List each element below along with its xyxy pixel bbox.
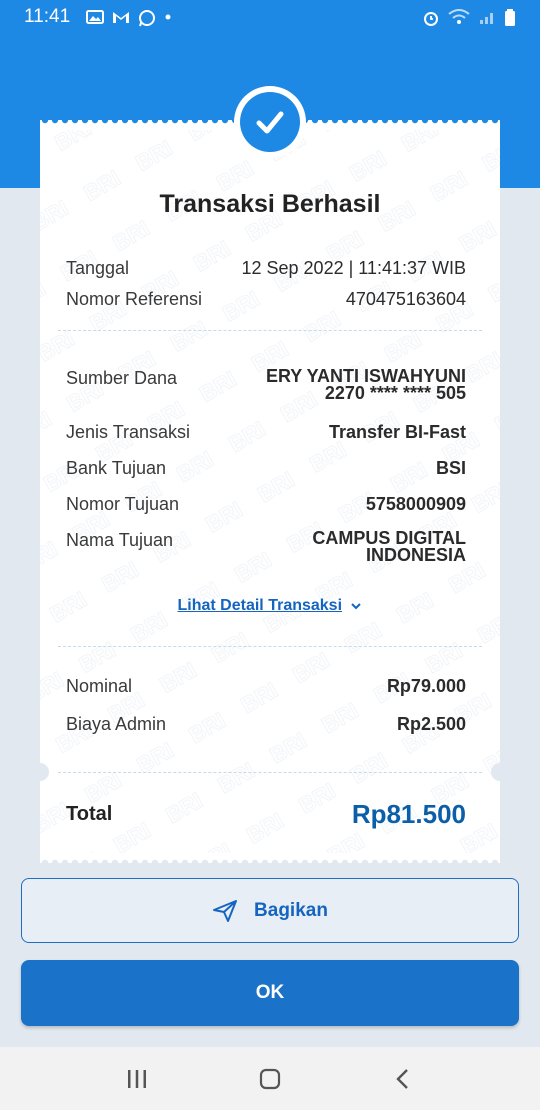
back-icon (396, 1068, 409, 1089)
date-label: Tanggal (66, 258, 130, 278)
nominal-row: Nominal Rp79.000 (66, 676, 466, 697)
source-value: ERY YANTI ISWAHYUNI 2270 **** **** 505 (266, 367, 466, 403)
transaction-type-label: Jenis Transaksi (66, 422, 191, 442)
destination-name-value: CAMPUS DIGITAL INDONESIA (312, 529, 466, 565)
system-nav-bar (0, 1047, 540, 1110)
share-button-label: Bagikan (254, 899, 328, 921)
ok-button-label: OK (255, 982, 285, 1003)
recent-apps-icon (127, 1069, 146, 1088)
destination-name-row: Nama Tujuan CAMPUS DIGITAL INDONESIA (66, 529, 466, 565)
destination-number-label: Nomor Tujuan (66, 494, 180, 514)
success-badge (234, 86, 306, 158)
back-button[interactable] (383, 1059, 423, 1099)
chevron-down-icon[interactable] (350, 601, 362, 611)
bri-watermark: BRI (40, 124, 500, 860)
nominal-value: Rp79.000 (386, 676, 466, 696)
source-account: 2270 **** **** 505 (324, 383, 466, 403)
wifi-icon (448, 9, 470, 25)
whatsapp-icon (138, 9, 156, 27)
nominal-label: Nominal (66, 676, 133, 696)
reference-value: 470475163604 (345, 289, 466, 309)
send-icon (213, 899, 238, 922)
destination-bank-value: BSI (435, 458, 466, 478)
admin-fee-label: Biaya Admin (66, 714, 167, 734)
home-button[interactable] (250, 1059, 290, 1099)
gmail-icon (112, 9, 130, 25)
share-button[interactable]: Bagikan (21, 878, 519, 943)
divider (58, 772, 482, 773)
destination-bank-row: Bank Tujuan BSI (66, 458, 466, 479)
receipt-bottom-edge (40, 853, 500, 863)
status-time: 11:41 (24, 6, 71, 27)
date-value: 12 Sep 2022 | 11:41:37 WIB (241, 258, 467, 278)
home-icon (259, 1068, 281, 1089)
signal-icon (478, 9, 496, 25)
total-label: Total (66, 803, 113, 825)
reference-label: Nomor Referensi (66, 289, 203, 309)
date-row: Tanggal 12 Sep 2022 | 11:41:37 WIB (66, 258, 466, 279)
alarm-icon (422, 9, 440, 26)
status-bar: 11:41 (0, 0, 540, 34)
recent-apps-button[interactable] (117, 1059, 157, 1099)
destination-name-line2: INDONESIA (365, 545, 466, 565)
dot-icon (164, 9, 172, 25)
receipt-notch-right (491, 763, 509, 781)
divider (58, 330, 482, 331)
gallery-icon (86, 9, 105, 25)
checkmark-icon (256, 111, 284, 134)
reference-row: Nomor Referensi 470475163604 (66, 289, 466, 310)
receipt-notch-left (31, 763, 49, 781)
total-value: Rp81.500 (351, 799, 466, 829)
detail-link-label[interactable]: Lihat Detail Transaksi (178, 597, 343, 614)
transaction-type-row: Jenis Transaksi Transfer BI-Fast (66, 422, 466, 443)
destination-bank-label: Bank Tujuan (66, 458, 167, 478)
destination-name-label: Nama Tujuan (66, 530, 174, 550)
divider (58, 646, 482, 647)
receipt-card: BRI (40, 124, 500, 860)
destination-number-row: Nomor Tujuan 5758000909 (66, 494, 466, 515)
source-label: Sumber Dana (66, 368, 178, 388)
admin-fee-value: Rp2.500 (396, 714, 466, 734)
source-row: Sumber Dana ERY YANTI ISWAHYUNI 2270 ***… (66, 367, 466, 403)
battery-icon (504, 9, 516, 26)
ok-button[interactable]: OK (21, 960, 519, 1026)
receipt-title: Transaksi Berhasil (159, 190, 381, 218)
transaction-detail-link[interactable]: Lihat Detail Transaksi (40, 597, 500, 615)
admin-fee-row: Biaya Admin Rp2.500 (66, 714, 466, 735)
transaction-type-value: Transfer BI-Fast (328, 422, 466, 442)
destination-number-value: 5758000909 (365, 494, 466, 514)
